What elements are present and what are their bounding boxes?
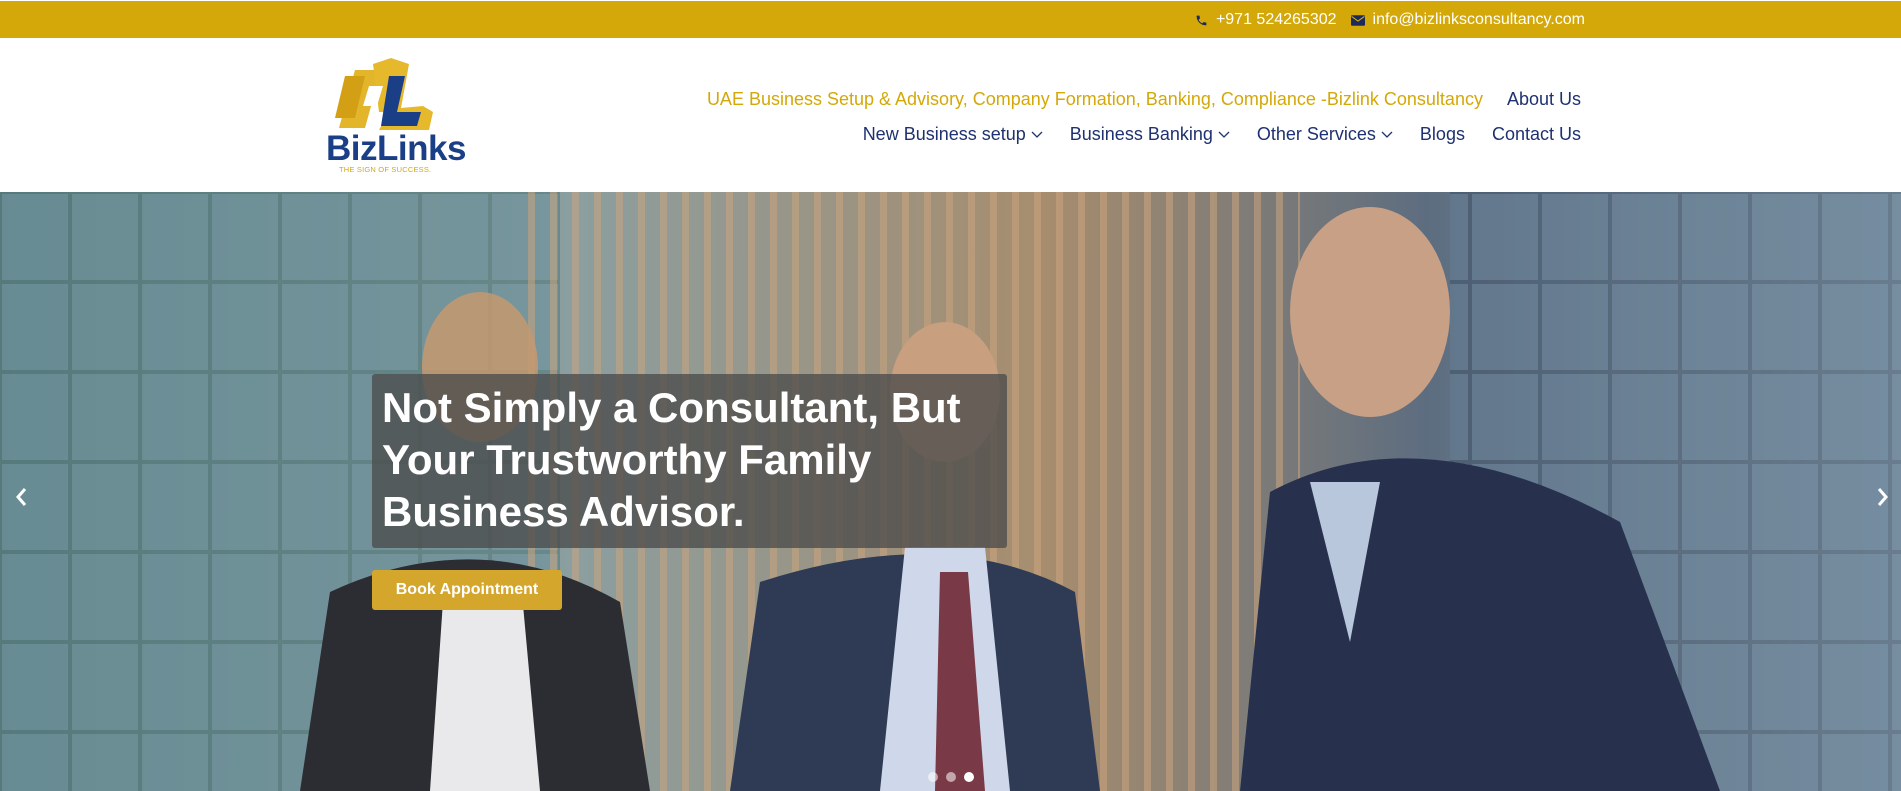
hero-caption-box: Not Simply a Consultant, But Your Trustw… xyxy=(372,374,1007,548)
nav-about-us[interactable]: About Us xyxy=(1507,89,1581,110)
nav-home-active[interactable]: UAE Business Setup & Advisory, Company F… xyxy=(707,89,1483,110)
slider-prev-button[interactable] xyxy=(6,482,36,512)
email-address: info@bizlinksconsultancy.com xyxy=(1372,11,1585,28)
nav-new-business-setup-label: New Business setup xyxy=(862,123,1026,144)
nav-contact-us[interactable]: Contact Us xyxy=(1492,124,1581,145)
envelope-icon xyxy=(1350,14,1365,26)
slide-indicator-1[interactable] xyxy=(928,772,938,782)
phone-icon xyxy=(1195,14,1208,27)
slide-indicator-3[interactable] xyxy=(964,772,974,782)
primary-nav-row-2: New Business setup Business Banking Othe… xyxy=(863,122,1581,146)
bizlinks-logo[interactable]: BizLinks THE SIGN OF SUCCESS. xyxy=(325,56,466,176)
chevron-right-icon xyxy=(1877,488,1888,506)
slider-indicators xyxy=(928,772,974,782)
chevron-left-icon xyxy=(16,488,27,506)
phone-number: +971 524265302 xyxy=(1215,11,1337,28)
logo-tagline: THE SIGN OF SUCCESS. xyxy=(339,165,432,174)
site-header: BizLinks THE SIGN OF SUCCESS. UAE Busine… xyxy=(0,38,1901,192)
logo-mark xyxy=(335,58,433,130)
chevron-down-icon xyxy=(1031,131,1043,138)
primary-nav-row-1: UAE Business Setup & Advisory, Company F… xyxy=(707,87,1581,111)
hero-slider: Not Simply a Consultant, But Your Trustw… xyxy=(0,192,1901,791)
book-appointment-button[interactable]: Book Appointment xyxy=(372,570,562,610)
chevron-down-icon xyxy=(1381,131,1393,138)
nav-new-business-setup[interactable]: New Business setup xyxy=(863,124,1043,145)
nav-other-services-label: Other Services xyxy=(1256,123,1376,144)
hero-headline: Not Simply a Consultant, But Your Trustw… xyxy=(382,384,961,535)
top-contact-bar: +971 524265302 info@bizlinksconsultancy.… xyxy=(0,0,1901,38)
nav-blogs[interactable]: Blogs xyxy=(1420,124,1465,145)
phone-contact[interactable]: +971 524265302 xyxy=(1195,11,1337,29)
email-contact[interactable]: info@bizlinksconsultancy.com xyxy=(1350,11,1585,29)
nav-other-services[interactable]: Other Services xyxy=(1257,124,1393,145)
nav-business-banking-label: Business Banking xyxy=(1069,123,1213,144)
logo-wordmark: BizLinks xyxy=(326,129,466,168)
chevron-down-icon xyxy=(1218,131,1230,138)
slide-indicator-2[interactable] xyxy=(946,772,956,782)
contact-info: +971 524265302 info@bizlinksconsultancy.… xyxy=(1195,1,1585,39)
slider-next-button[interactable] xyxy=(1868,482,1898,512)
nav-business-banking[interactable]: Business Banking xyxy=(1070,124,1230,145)
